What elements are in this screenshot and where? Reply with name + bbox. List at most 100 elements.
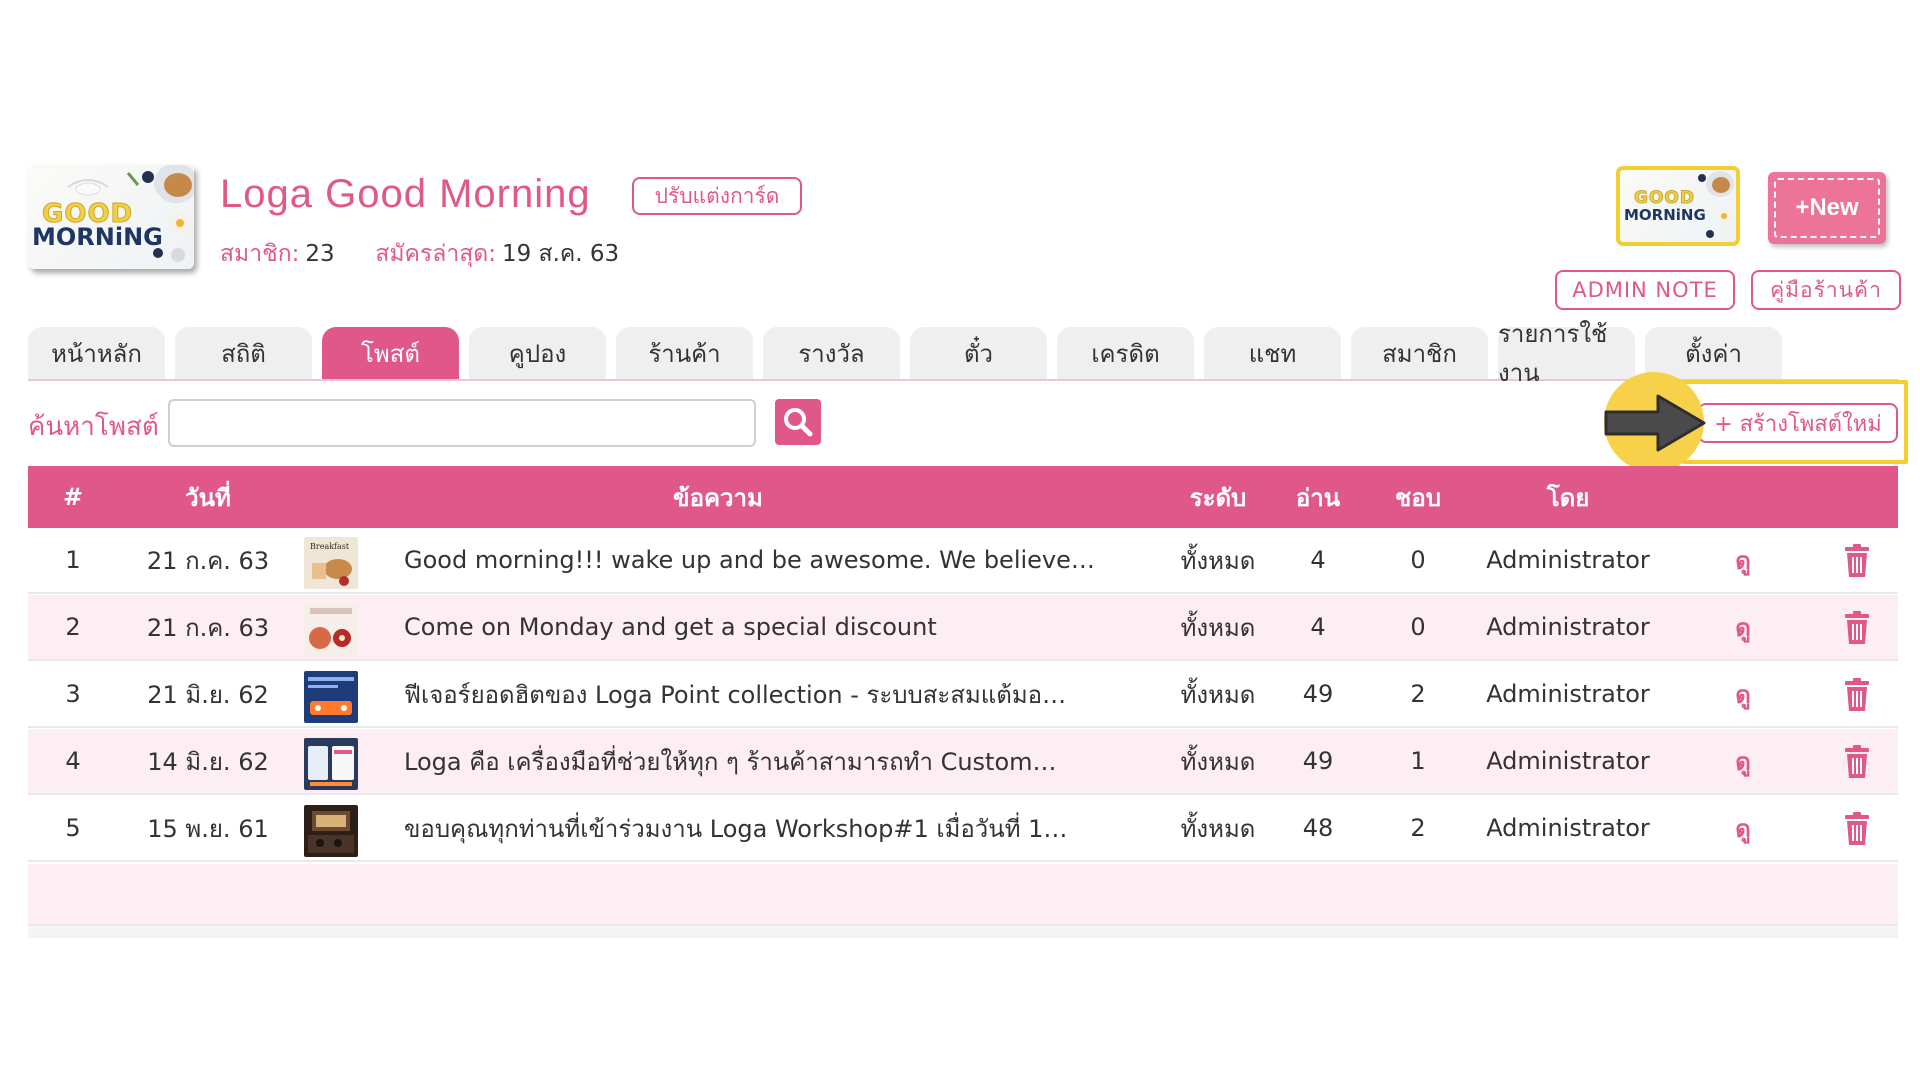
tab-credit[interactable]: เครดิต xyxy=(1057,327,1194,379)
row-likes: 0 xyxy=(1410,546,1426,574)
tab-tickets[interactable]: ตั๋ว xyxy=(910,327,1047,379)
row-message: ฟีเจอร์ยอดฮิตของ Loga Point collection -… xyxy=(404,680,1067,709)
row-message: Loga คือ เครื่องมือที่ช่วยให้ทุก ๆ ร้านค… xyxy=(404,747,1057,776)
tab-settings[interactable]: ตั้งค่า xyxy=(1645,327,1782,379)
tab-shop[interactable]: ร้านค้า xyxy=(616,327,753,379)
table-row[interactable]: 1 21 ก.ค. 63 Breakfast Good morning!!! w… xyxy=(28,528,1898,594)
admin-note-button[interactable]: ADMIN NOTE xyxy=(1555,270,1735,310)
shop-card-thumbnail[interactable]: GOOD MORNiNG xyxy=(1616,166,1740,246)
row-number: 3 xyxy=(65,680,81,708)
row-likes: 2 xyxy=(1410,814,1426,842)
logo-text-good: GOOD xyxy=(1634,188,1695,209)
svg-text:Breakfast: Breakfast xyxy=(310,542,350,551)
table-empty-row xyxy=(28,864,1898,926)
row-message: ขอบคุณทุกท่านที่เข้าร่วมงาน Loga Worksho… xyxy=(404,814,1068,843)
row-author: Administrator xyxy=(1486,747,1650,775)
post-thumbnail-icon xyxy=(304,805,358,857)
tab-rewards[interactable]: รางวัล xyxy=(763,327,900,379)
trash-icon[interactable] xyxy=(1842,678,1872,712)
post-thumbnail-icon xyxy=(304,671,358,723)
row-reads: 4 xyxy=(1310,546,1326,574)
column-header-number: # xyxy=(62,483,84,511)
row-level: ทั้งหมด xyxy=(1180,747,1256,776)
last-join-label: สมัครล่าสุด: xyxy=(375,241,496,267)
trash-icon[interactable] xyxy=(1842,745,1872,779)
tab-coupons[interactable]: คูปอง xyxy=(469,327,606,379)
row-level: ทั้งหมด xyxy=(1180,814,1256,843)
edit-card-button[interactable]: ปรับแต่งการ์ด xyxy=(632,177,802,215)
row-author: Administrator xyxy=(1486,814,1650,842)
column-header-reads: อ่าน xyxy=(1295,483,1341,512)
column-header-date: วันที่ xyxy=(185,483,231,512)
row-number: 2 xyxy=(65,613,81,641)
view-link[interactable]: ดู xyxy=(1718,729,1768,793)
logo-text-morning: MORNiNG xyxy=(1624,206,1706,224)
trash-icon[interactable] xyxy=(1842,812,1872,846)
new-button-label: +New xyxy=(1774,178,1880,238)
view-link[interactable]: ดู xyxy=(1718,528,1768,592)
tab-chat[interactable]: แชท xyxy=(1204,327,1341,379)
row-likes: 0 xyxy=(1410,613,1426,641)
row-level: ทั้งหมด xyxy=(1180,680,1256,709)
table-row[interactable]: 3 21 มิ.ย. 62 ฟีเจอร์ยอดฮิตของ Loga Poin… xyxy=(28,662,1898,728)
row-reads: 49 xyxy=(1302,680,1334,708)
tab-usage-log[interactable]: รายการใช้งาน xyxy=(1498,320,1635,387)
members-count: 23 xyxy=(305,241,335,267)
table-row[interactable]: 2 21 ก.ค. 63 Come on Monday and get a sp… xyxy=(28,595,1898,661)
tab-home[interactable]: หน้าหลัก xyxy=(28,327,165,379)
row-date: 14 มิ.ย. 62 xyxy=(147,747,269,776)
tab-statistics[interactable]: สถิติ xyxy=(175,327,312,379)
logo-text-morning: MORNiNG xyxy=(32,223,163,251)
last-join-date: 19 ส.ค. 63 xyxy=(501,241,620,267)
trash-icon[interactable] xyxy=(1842,544,1872,578)
shop-manual-button[interactable]: คู่มือร้านค้า xyxy=(1751,270,1901,310)
row-likes: 1 xyxy=(1410,747,1426,775)
table-row[interactable]: 5 15 พ.ย. 61 ขอบคุณทุกท่านที่เข้าร่วมงาน… xyxy=(28,796,1898,862)
column-header-message: ข้อความ xyxy=(673,483,763,512)
row-date: 15 พ.ย. 61 xyxy=(147,814,269,843)
post-thumbnail-icon xyxy=(304,604,358,656)
table-header: # วันที่ ข้อความ ระดับ อ่าน ชอบ โดย xyxy=(28,466,1898,528)
pointer-arrow-icon xyxy=(1604,394,1706,452)
search-label: ค้นหาโพสต์ xyxy=(28,412,159,442)
main-tabs: หน้าหลัก สถิติ โพสต์ คูปอง ร้านค้า รางวั… xyxy=(28,320,1898,387)
table-row[interactable]: 4 14 มิ.ย. 62 Loga คือ เครื่องมือที่ช่วย… xyxy=(28,729,1898,795)
view-link[interactable]: ดู xyxy=(1718,796,1768,860)
row-number: 5 xyxy=(65,814,81,842)
row-author: Administrator xyxy=(1486,613,1650,641)
shop-title: Loga Good Morning xyxy=(220,172,591,216)
row-reads: 4 xyxy=(1310,613,1326,641)
row-reads: 49 xyxy=(1302,747,1334,775)
row-author: Administrator xyxy=(1486,546,1650,574)
trash-icon[interactable] xyxy=(1842,611,1872,645)
row-level: ทั้งหมด xyxy=(1180,546,1256,575)
row-date: 21 ก.ค. 63 xyxy=(146,613,270,642)
row-number: 1 xyxy=(65,546,81,574)
row-date: 21 มิ.ย. 62 xyxy=(147,680,269,709)
column-header-by: โดย xyxy=(1546,483,1590,512)
tab-members[interactable]: สมาชิก xyxy=(1351,327,1488,379)
row-message: Come on Monday and get a special discoun… xyxy=(404,613,937,641)
row-author: Administrator xyxy=(1486,680,1650,708)
new-button[interactable]: +New xyxy=(1768,172,1886,244)
post-thumbnail-icon xyxy=(304,738,358,790)
shop-meta: สมาชิก: 23 สมัครล่าสุด: 19 ส.ค. 63 xyxy=(220,236,619,272)
search-input[interactable] xyxy=(168,399,756,447)
row-message: Good morning!!! wake up and be awesome. … xyxy=(404,546,1095,574)
search-button[interactable] xyxy=(775,399,821,445)
row-level: ทั้งหมด xyxy=(1180,613,1256,642)
tab-posts[interactable]: โพสต์ xyxy=(322,327,459,379)
column-header-likes: ชอบ xyxy=(1395,483,1441,512)
row-likes: 2 xyxy=(1410,680,1426,708)
row-number: 4 xyxy=(65,747,81,775)
view-link[interactable]: ดู xyxy=(1718,595,1768,659)
table-footer xyxy=(28,926,1898,938)
view-link[interactable]: ดู xyxy=(1718,662,1768,726)
search-icon xyxy=(784,408,813,437)
shop-logo: GOOD MORNiNG xyxy=(28,165,194,269)
post-thumbnail-icon: Breakfast xyxy=(304,537,358,589)
row-date: 21 ก.ค. 63 xyxy=(146,546,270,575)
members-label: สมาชิก: xyxy=(220,241,300,267)
column-header-level: ระดับ xyxy=(1189,483,1247,512)
create-post-button[interactable]: + สร้างโพสต์ใหม่ xyxy=(1698,403,1898,443)
